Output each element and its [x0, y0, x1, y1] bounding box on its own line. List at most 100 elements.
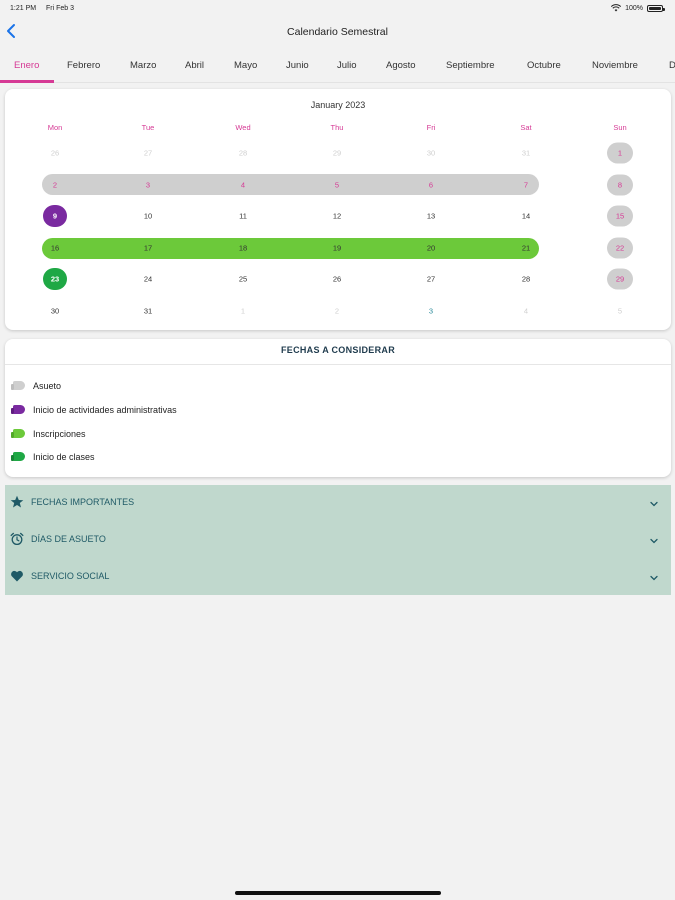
status-right: 100%	[611, 4, 665, 13]
battery-percent: 100%	[625, 5, 643, 12]
accordion-fechas-importantes[interactable]: FECHAS IMPORTANTES	[5, 485, 671, 522]
calendar-day[interactable]: 6	[429, 181, 433, 190]
calendar-day[interactable]: 15	[616, 212, 624, 221]
tab-febrero[interactable]: Febrero	[67, 50, 100, 82]
tab-julio[interactable]: Julio	[337, 50, 357, 82]
divider	[5, 364, 671, 365]
holiday-range-band	[42, 174, 539, 195]
accordion-servicio-social[interactable]: SERVICIO SOCIAL	[5, 559, 671, 596]
wifi-icon	[611, 4, 622, 13]
accordion-label: FECHAS IMPORTANTES	[31, 497, 135, 507]
calendar-day[interactable]: 5	[618, 307, 622, 316]
calendar-day[interactable]: 29	[333, 149, 341, 158]
chevron-down-icon[interactable]	[649, 496, 659, 507]
calendar-day[interactable]: 2	[335, 307, 339, 316]
calendar-day[interactable]: 9	[53, 212, 57, 221]
calendar-day[interactable]: 17	[144, 244, 152, 253]
calendar-day[interactable]: 30	[51, 307, 59, 316]
calendar-day[interactable]: 29	[616, 275, 624, 284]
star-icon	[10, 495, 24, 509]
tab-junio[interactable]: Junio	[286, 50, 309, 82]
calendar-day[interactable]: 4	[241, 181, 245, 190]
calendar-day[interactable]: 26	[333, 275, 341, 284]
weekday-sat: Sat	[520, 123, 532, 132]
calendar-day[interactable]: 30	[427, 149, 435, 158]
legend-item-clases: Inicio de clases	[11, 450, 95, 464]
calendar-day[interactable]: 5	[335, 181, 339, 190]
tab-abril[interactable]: Abril	[185, 50, 204, 82]
calendar-day[interactable]: 3	[429, 307, 433, 316]
calendar-day[interactable]: 16	[51, 244, 59, 253]
tab-agosto[interactable]: Agosto	[386, 50, 416, 82]
accordion-dias-de-asueto[interactable]: DÍAS DE ASUETO	[5, 522, 671, 559]
calendar-day[interactable]: 13	[427, 212, 435, 221]
calendar-day[interactable]: 4	[524, 307, 528, 316]
status-bar: 1:21 PM Fri Feb 3 100%	[0, 0, 675, 16]
calendar-day[interactable]: 3	[146, 181, 150, 190]
page-title: Calendario Semestral	[287, 26, 388, 38]
tab-septiembre[interactable]: Septiembre	[446, 50, 495, 82]
tab-diciembre[interactable]: D	[669, 50, 675, 82]
heart-icon	[10, 569, 24, 583]
legend-item-admin: Inicio de actividades administrativas	[11, 403, 177, 417]
calendar-day[interactable]: 22	[616, 244, 624, 253]
weekday-mon: Mon	[47, 123, 63, 132]
accordion-label: DÍAS DE ASUETO	[31, 534, 106, 544]
calendar-day[interactable]: 24	[144, 275, 152, 284]
chevron-down-icon[interactable]	[649, 533, 659, 544]
calendar-day[interactable]: 19	[333, 244, 341, 253]
calendar-day[interactable]: 10	[144, 212, 152, 221]
alarm-clock-icon	[10, 532, 24, 546]
legend-label: Asueto	[33, 381, 62, 391]
legend-label: Inicio de clases	[33, 452, 95, 462]
calendar-day[interactable]: 21	[522, 244, 530, 253]
tag-icon	[11, 405, 25, 415]
calendar-day[interactable]: 28	[522, 275, 530, 284]
accordion-panel: FECHAS IMPORTANTES DÍAS DE ASUETO SERVIC…	[5, 485, 671, 595]
legend-item-inscripciones: Inscripciones	[11, 427, 86, 441]
tab-noviembre[interactable]: Noviembre	[592, 50, 638, 82]
weekday-wed: Wed	[235, 123, 251, 132]
tab-octubre[interactable]: Octubre	[527, 50, 561, 82]
calendar-day[interactable]: 1	[618, 149, 622, 158]
calendar-day[interactable]: 1	[241, 307, 245, 316]
tag-icon	[11, 429, 25, 439]
navigation-bar: Calendario Semestral	[0, 16, 675, 48]
calendar-card: January 2023 Mon Tue Wed Thu Fri Sat Sun…	[5, 89, 671, 330]
calendar-day[interactable]: 12	[333, 212, 341, 221]
calendar-day[interactable]: 27	[427, 275, 435, 284]
calendar-day[interactable]: 8	[618, 181, 622, 190]
legend-card: FECHAS A CONSIDERAR Asueto Inicio de act…	[5, 339, 671, 477]
calendar-day[interactable]: 31	[144, 307, 152, 316]
battery-icon	[647, 5, 665, 12]
calendar-day[interactable]: 18	[239, 244, 247, 253]
calendar-day[interactable]: 23	[51, 275, 59, 284]
calendar-month-title: January 2023	[310, 100, 366, 110]
accordion-label: SERVICIO SOCIAL	[31, 571, 110, 581]
calendar-day[interactable]: 11	[239, 212, 247, 221]
legend-label: Inicio de actividades administrativas	[33, 405, 177, 415]
status-time: 1:21 PM	[10, 5, 37, 12]
calendar-day[interactable]: 27	[144, 149, 152, 158]
calendar-day[interactable]: 2	[53, 181, 57, 190]
tab-marzo[interactable]: Marzo	[130, 50, 156, 82]
calendar-day[interactable]: 25	[239, 275, 247, 284]
tab-enero[interactable]: Enero	[14, 50, 39, 82]
calendar-day[interactable]: 28	[239, 149, 247, 158]
weekday-tue: Tue	[141, 123, 155, 132]
registration-range-band	[42, 238, 539, 259]
legend-label: Inscripciones	[33, 429, 86, 439]
home-indicator[interactable]	[235, 891, 441, 895]
calendar-day[interactable]: 7	[524, 181, 528, 190]
month-tab-bar: Enero Febrero Marzo Abril Mayo Junio Jul…	[0, 50, 675, 83]
status-date: Fri Feb 3	[46, 5, 75, 12]
active-tab-indicator	[0, 80, 54, 83]
weekday-fri: Fri	[426, 123, 436, 132]
calendar-day[interactable]: 26	[51, 149, 59, 158]
calendar-day[interactable]: 20	[427, 244, 435, 253]
calendar-day[interactable]: 14	[522, 212, 530, 221]
tab-mayo[interactable]: Mayo	[234, 50, 257, 82]
legend-item-asueto: Asueto	[11, 379, 61, 393]
calendar-day[interactable]: 31	[522, 149, 530, 158]
chevron-down-icon[interactable]	[649, 570, 659, 581]
